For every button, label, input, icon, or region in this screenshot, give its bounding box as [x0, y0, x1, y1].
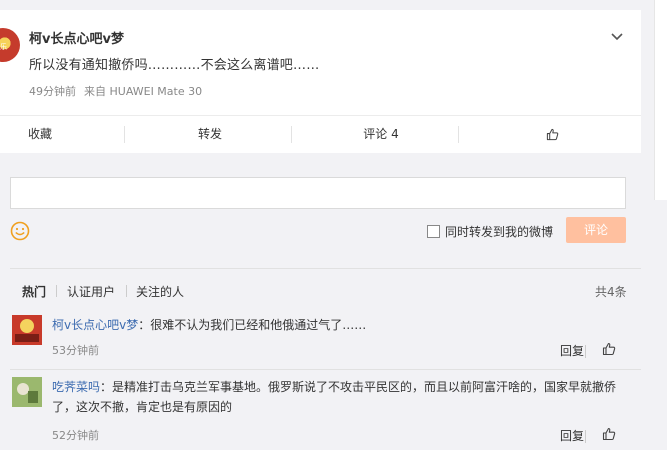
reply-divider	[585, 345, 586, 358]
comment-time: 53分钟前	[52, 344, 99, 357]
favorite-button[interactable]: 收藏	[0, 115, 80, 153]
tab-verified[interactable]: 认证用户	[67, 283, 115, 300]
post-time[interactable]: 49分钟前	[29, 85, 76, 98]
comment-item: 吃荠菜吗：是精准打击乌克兰军事基地。俄罗斯说了不攻击平民区的，而且以前阿富汗啥的…	[10, 377, 641, 449]
comments-section: 热门 认证用户 关注的人 共4条 柯v长点心吧v梦：很难不认为我们已经和他俄通过…	[10, 268, 641, 450]
post-source: 来自 HUAWEI Mate 30	[84, 85, 203, 98]
comment-button[interactable]: 评论 4	[341, 115, 421, 153]
comment-total: 共4条	[595, 285, 627, 299]
tab-divider	[126, 285, 127, 297]
comment-author[interactable]: 柯v长点心吧v梦	[52, 318, 138, 332]
action-divider	[291, 126, 292, 143]
comment-body: 柯v长点心吧v梦：很难不认为我们已经和他俄通过气了……	[52, 315, 632, 335]
tab-following[interactable]: 关注的人	[136, 283, 184, 300]
forward-button[interactable]: 转发	[170, 115, 250, 153]
chevron-down-icon[interactable]	[609, 30, 625, 44]
thumbs-up-icon[interactable]	[602, 427, 616, 441]
avatar-text: 乐	[0, 43, 7, 51]
post-author[interactable]: 柯v长点心吧v梦	[29, 28, 124, 47]
comment-avatar[interactable]	[12, 377, 42, 407]
thumbs-up-icon[interactable]	[602, 342, 616, 356]
comment-item: 柯v长点心吧v梦：很难不认为我们已经和他俄通过气了…… 53分钟前 回复	[10, 315, 641, 365]
comment-text: ：是精准打击乌克兰军事基地。俄罗斯说了不攻击平民区的，而且以前阿富汗啥的，国家早…	[52, 380, 617, 414]
post-text: 所以没有通知撤侨吗…………不会这么离谱吧……	[29, 58, 320, 73]
reply-button[interactable]: 回复	[560, 342, 584, 359]
post-meta: 49分钟前 来自 HUAWEI Mate 30	[29, 83, 202, 99]
action-divider	[124, 126, 125, 143]
smiley-icon[interactable]	[10, 221, 30, 241]
tab-divider	[56, 285, 57, 297]
post-content: 乐 柯v长点心吧v梦 所以没有通知撤侨吗…………不会这么离谱吧…… 49分钟前来…	[0, 10, 641, 116]
right-sidebar-edge	[654, 0, 667, 200]
comment-divider	[10, 369, 641, 370]
forward-label: 同时转发到我的微博	[445, 225, 554, 239]
action-divider	[458, 126, 459, 143]
reply-divider	[585, 430, 586, 443]
submit-comment-button[interactable]: 评论	[566, 217, 626, 243]
tab-hot[interactable]: 热门	[22, 283, 46, 300]
forward-checkbox[interactable]	[427, 225, 440, 238]
comment-author[interactable]: 吃荠菜吗	[52, 380, 100, 394]
comment-time: 52分钟前	[52, 429, 99, 442]
reply-button[interactable]: 回复	[560, 427, 584, 444]
forward-option: 同时转发到我的微博	[427, 223, 553, 240]
post-card: 乐 柯v长点心吧v梦 所以没有通知撤侨吗…………不会这么离谱吧…… 49分钟前来…	[0, 10, 641, 153]
post-actions: 收藏 转发 评论 4	[0, 115, 641, 153]
comment-tabs: 热门 认证用户 关注的人 共4条	[10, 269, 641, 313]
comment-avatar[interactable]	[12, 315, 42, 345]
like-button[interactable]	[512, 115, 592, 153]
thumbs-up-icon	[546, 128, 558, 141]
author-avatar[interactable]: 乐	[0, 28, 20, 62]
comment-input[interactable]	[10, 177, 626, 209]
comment-text: ：很难不认为我们已经和他俄通过气了……	[138, 318, 367, 332]
comment-body: 吃荠菜吗：是精准打击乌克兰军事基地。俄罗斯说了不攻击平民区的，而且以前阿富汗啥的…	[52, 377, 632, 417]
